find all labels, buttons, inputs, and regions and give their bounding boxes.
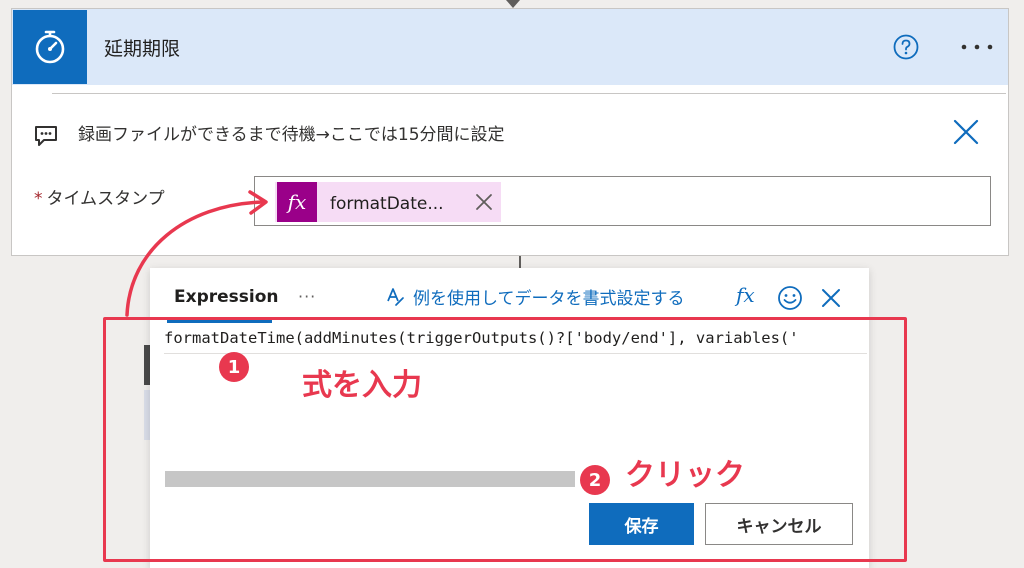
format-text-icon bbox=[387, 287, 404, 306]
comment-text[interactable]: 録画ファイルができるまで待機→ここでは15分間に設定 bbox=[78, 120, 505, 145]
format-data-link[interactable]: 例を使用してデータを書式設定する bbox=[385, 284, 685, 309]
field-label-text: タイムスタンプ bbox=[46, 189, 165, 209]
comment-icon bbox=[35, 126, 57, 146]
close-icon[interactable] bbox=[952, 118, 980, 146]
annotation-highlight-box bbox=[103, 317, 907, 562]
annotation-text-2: クリック bbox=[625, 458, 745, 493]
tab-expression[interactable]: Expression bbox=[174, 287, 279, 307]
close-icon[interactable] bbox=[820, 287, 842, 309]
required-mark: * bbox=[34, 189, 43, 209]
field-label: * タイムスタンプ bbox=[34, 184, 165, 209]
smile-icon[interactable] bbox=[777, 285, 803, 311]
divider bbox=[52, 93, 1006, 94]
annotation-badge-1: 1 bbox=[219, 352, 249, 382]
token-label[interactable]: formatDate... bbox=[330, 194, 444, 214]
stopwatch-icon bbox=[35, 30, 65, 64]
annotation-badge-2: 2 bbox=[580, 465, 610, 495]
fx-icon[interactable]: fx bbox=[736, 283, 755, 307]
token-remove-icon[interactable] bbox=[474, 192, 494, 212]
help-icon[interactable] bbox=[893, 34, 919, 60]
fx-token-icon: fx bbox=[277, 182, 317, 222]
format-data-link-label[interactable]: 例を使用してデータを書式設定する bbox=[413, 284, 685, 309]
tab-more[interactable]: ··· bbox=[298, 287, 316, 306]
action-icon-tile bbox=[13, 10, 87, 84]
more-icon[interactable] bbox=[957, 36, 997, 56]
card-title[interactable]: 延期期限 bbox=[104, 34, 180, 61]
annotation-text-1: 式を入力 bbox=[302, 368, 422, 403]
